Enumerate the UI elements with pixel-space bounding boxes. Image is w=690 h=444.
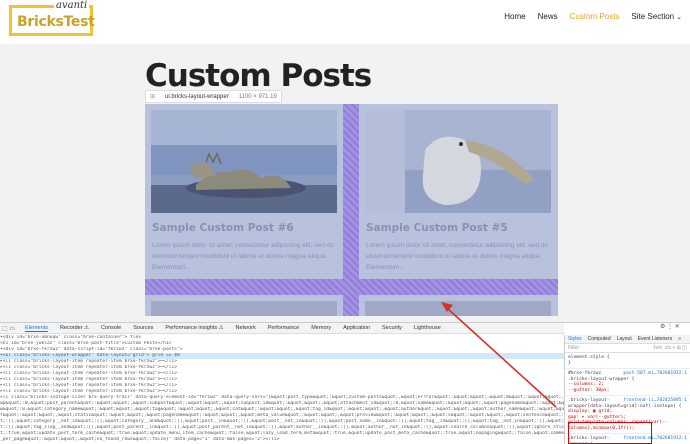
inspect-tooltip: ⊞ ul.bricks-layout-wrapper 1100 × 971.19 <box>145 90 282 103</box>
tab-performance[interactable]: Performance <box>268 325 300 331</box>
post-card[interactable]: Sample Custom Post #5 Lorem ipsum dolor … <box>359 104 557 279</box>
tab-event-listeners[interactable]: Event Listeners <box>638 336 672 342</box>
page-title: Custom Posts <box>145 58 372 94</box>
site-logo[interactable]: avanti BricksTest <box>9 0 95 36</box>
more-tabs-icon[interactable]: » <box>678 336 681 342</box>
main-nav: Home News Custom Posts Site Section ⌄ <box>492 12 682 21</box>
browser-viewport: avanti BricksTest Home News Custom Posts… <box>0 0 690 444</box>
iguana-image <box>151 110 337 213</box>
logo-wordmark: BricksTest <box>17 14 95 30</box>
css-rule[interactable]: post-587.mi…782681932:1 #brxe-fkrzwz .br… <box>565 369 690 396</box>
tab-sources[interactable]: Sources <box>133 325 153 331</box>
card-image-peek <box>151 301 337 316</box>
layout-grid-overlay: Sample Custom Post #6 Lorem ipsum dolor … <box>145 104 558 316</box>
nav-item-news[interactable]: News <box>538 12 558 21</box>
chevron-down-icon: ⌄ <box>676 14 682 21</box>
filter-input[interactable]: Filter <box>568 345 579 351</box>
post-card[interactable]: Sample Custom Post #6 Lorem ipsum dolor … <box>145 104 343 279</box>
rule-source-link[interactable]: post-587.mi…782681932:1 <box>623 371 687 377</box>
post-title[interactable]: Sample Custom Post #5 <box>366 222 508 234</box>
tooltip-size: 1100 × 971.19 <box>238 93 277 100</box>
tab-memory[interactable]: Memory <box>311 325 331 331</box>
dom-line[interactable]: _per_page&quot;:&quot;&quot;,&quot;no_fo… <box>0 437 564 443</box>
tab-styles[interactable]: Styles <box>568 336 582 342</box>
logo-tagline: avanti <box>54 0 90 11</box>
grid-row-gap <box>145 279 558 295</box>
nav-item-custom-posts[interactable]: Custom Posts <box>570 12 620 21</box>
grid-icon: ⊞ <box>150 94 156 100</box>
post-excerpt: Lorem ipsum dolor sit amet, consectetur … <box>152 242 335 271</box>
tab-elements[interactable]: Elements <box>25 325 48 332</box>
devtools-settings-icons[interactable]: ⚙ ⋮ ✕ <box>660 323 680 330</box>
devtools-panel: ⬚ ▭ Elements Recorder ⚠ Console Sources … <box>0 322 690 444</box>
tooltip-selector: ul.bricks-layout-wrapper <box>165 93 229 100</box>
site-header: avanti BricksTest Home News Custom Posts… <box>0 0 690 44</box>
inspect-icon[interactable]: ⬚ ▭ <box>2 325 15 332</box>
rule-source-link[interactable]: frontend-li…782425895:1 <box>623 398 687 404</box>
filter-toggles[interactable]: :hov .cls + ⊞ ◫ <box>653 345 687 351</box>
post-title[interactable]: Sample Custom Post #6 <box>152 222 294 234</box>
tab-lighthouse[interactable]: Lighthouse <box>414 325 441 331</box>
card-image-peek <box>365 301 551 316</box>
rule-close: } <box>568 360 571 366</box>
tab-security[interactable]: Security <box>382 325 402 331</box>
styles-pane: Styles Computed Layout Event Listeners »… <box>564 335 690 444</box>
dom-tree[interactable]: ▾<div id="brxe-omnuqw" class="brxe-conta… <box>0 335 564 444</box>
tab-application[interactable]: Application <box>343 325 370 331</box>
tab-computed[interactable]: Computed <box>588 336 611 342</box>
tab-console[interactable]: Console <box>101 325 121 331</box>
nav-item-site-section[interactable]: Site Section ⌄ <box>631 12 682 21</box>
rule-property[interactable]: --gutter: 30px; <box>568 388 687 394</box>
tab-recorder[interactable]: Recorder ⚠ <box>60 325 89 331</box>
nav-item-site-section-label: Site Section <box>631 12 675 21</box>
pelican-image <box>365 110 551 213</box>
css-rule[interactable]: element.style { } <box>565 353 690 369</box>
tab-network[interactable]: Network <box>236 325 256 331</box>
styles-filter[interactable]: Filter :hov .cls + ⊞ ◫ <box>565 344 690 353</box>
annotation-highlight-box <box>568 422 652 444</box>
nav-item-home[interactable]: Home <box>504 12 525 21</box>
tab-layout[interactable]: Layout <box>617 336 632 342</box>
post-excerpt: Lorem ipsum dolor sit amet, consectetur … <box>366 242 549 271</box>
post-card[interactable] <box>145 295 343 316</box>
styles-tabbar: Styles Computed Layout Event Listeners » <box>565 335 690 344</box>
devtools-tabbar: ⬚ ▭ Elements Recorder ⚠ Console Sources … <box>0 323 564 334</box>
post-card[interactable] <box>359 295 557 316</box>
tab-performance-insights[interactable]: Performance insights ⚠ <box>165 325 223 331</box>
